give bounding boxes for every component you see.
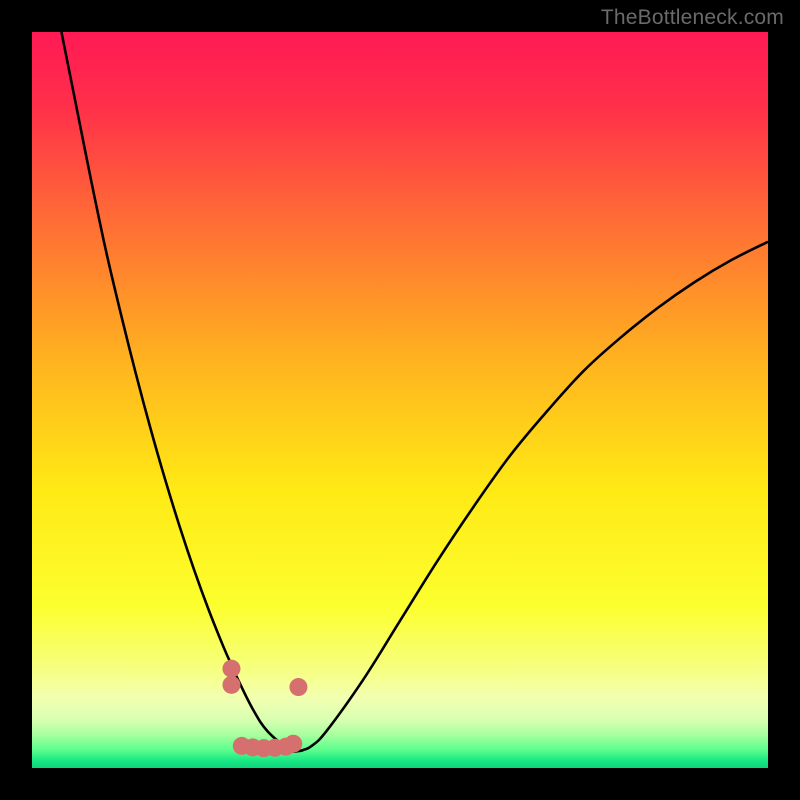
highlight-dot [289,678,307,696]
chart-frame: TheBottleneck.com [0,0,800,800]
curve-layer [32,32,768,768]
plot-area [32,32,768,768]
highlight-dot [222,660,240,678]
highlight-dots [222,660,307,757]
bottleneck-curve [61,32,768,752]
highlight-dot [284,735,302,753]
watermark-text: TheBottleneck.com [601,6,784,30]
highlight-dot [222,676,240,694]
